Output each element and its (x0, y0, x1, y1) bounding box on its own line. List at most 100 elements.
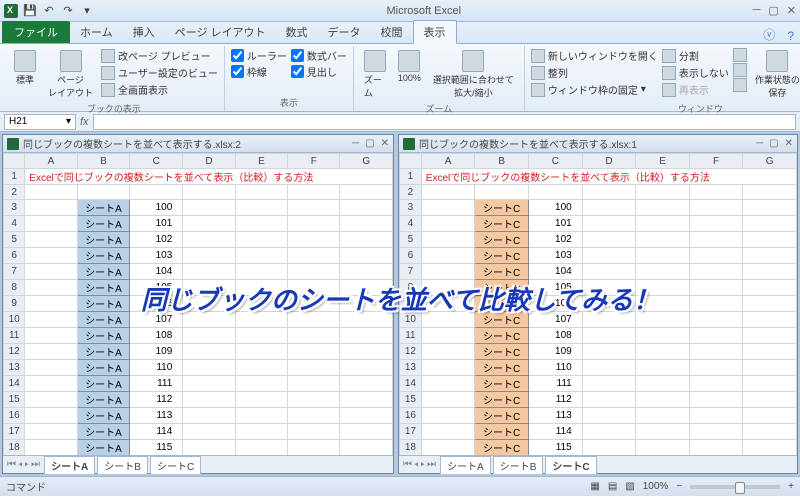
reset-position-button[interactable] (733, 78, 747, 92)
row-header[interactable]: 7 (4, 264, 25, 280)
zoom-selection-button[interactable]: 選択範囲に合わせて 拡大/縮小 (429, 48, 518, 101)
qat-more-icon[interactable]: ▾ (79, 3, 95, 19)
sheet-label-cell[interactable]: シートC (475, 248, 529, 264)
page-break-preview-button[interactable]: 改ページ プレビュー (101, 48, 218, 63)
row-header[interactable]: 17 (4, 424, 25, 440)
row-header[interactable]: 14 (4, 376, 25, 392)
sheet-label-cell[interactable]: シートA (77, 312, 130, 328)
col-header[interactable]: E (235, 154, 287, 169)
zoom-100-button[interactable]: 100% (394, 48, 425, 85)
row-header[interactable]: 5 (4, 232, 25, 248)
sheet-label-cell[interactable]: シートA (77, 280, 130, 296)
heading-cell[interactable]: Excelで同じブックの複数シートを並べて表示（比較）する方法 (421, 169, 796, 185)
sheet-label-cell[interactable]: シートC (475, 376, 529, 392)
sheet-label-cell[interactable]: シートA (77, 344, 130, 360)
value-cell[interactable]: 113 (130, 408, 183, 424)
sheet-nav-icons[interactable]: ⏮◂▸⏭ (7, 459, 42, 470)
sheet-label-cell[interactable]: シートC (475, 216, 529, 232)
col-header[interactable]: C (130, 154, 183, 169)
row-header[interactable]: 9 (400, 296, 422, 312)
sheet-label-cell[interactable]: シートA (77, 424, 130, 440)
value-cell[interactable]: 107 (130, 312, 183, 328)
value-cell[interactable]: 106 (130, 296, 183, 312)
sheet-label-cell[interactable]: シートC (475, 200, 529, 216)
sheet-label-cell[interactable]: シートC (475, 264, 529, 280)
row-header[interactable]: 2 (400, 185, 422, 200)
sheet-label-cell[interactable]: シートA (77, 264, 130, 280)
value-cell[interactable]: 109 (130, 344, 183, 360)
formula-bar-checkbox[interactable]: 数式バー (291, 48, 347, 63)
sheet-label-cell[interactable]: シートA (77, 328, 130, 344)
zoom-level[interactable]: 100% (643, 481, 669, 492)
minimize-icon[interactable]: ─ (756, 138, 763, 149)
tab-data[interactable]: データ (318, 21, 371, 43)
value-cell[interactable]: 106 (528, 296, 582, 312)
col-header[interactable]: B (77, 154, 130, 169)
sheet-label-cell[interactable]: シートC (475, 232, 529, 248)
row-header[interactable]: 12 (4, 344, 25, 360)
sheet-label-cell[interactable]: シートC (475, 296, 529, 312)
sheet-label-cell[interactable]: シートC (475, 312, 529, 328)
value-cell[interactable]: 102 (130, 232, 183, 248)
row-header[interactable]: 1 (400, 169, 422, 185)
close-icon[interactable]: ✕ (381, 138, 389, 149)
row-header[interactable]: 18 (4, 440, 25, 456)
value-cell[interactable]: 114 (130, 424, 183, 440)
row-header[interactable]: 12 (400, 344, 422, 360)
value-cell[interactable]: 108 (130, 328, 183, 344)
view-break-icon[interactable]: ▧ (625, 481, 634, 492)
col-header[interactable]: D (582, 154, 636, 169)
sheet-tab[interactable]: シートB (97, 456, 148, 474)
sheet-label-cell[interactable]: シートC (475, 360, 529, 376)
value-cell[interactable]: 100 (528, 200, 582, 216)
close-icon[interactable]: ✕ (787, 4, 796, 17)
maximize-icon[interactable]: ▢ (769, 138, 778, 149)
col-header[interactable]: A (25, 154, 77, 169)
row-header[interactable]: 13 (400, 360, 422, 376)
tab-review[interactable]: 校閲 (371, 21, 413, 43)
minimize-icon[interactable]: ─ (753, 4, 761, 17)
sheet-tab[interactable]: シートB (493, 456, 544, 474)
sheet-label-cell[interactable]: シートC (475, 440, 529, 456)
row-header[interactable]: 11 (4, 328, 25, 344)
sheet-label-cell[interactable]: シートC (475, 392, 529, 408)
unhide-button[interactable]: 再表示 (662, 82, 729, 97)
minimize-icon[interactable]: ─ (352, 138, 359, 149)
row-header[interactable]: 11 (400, 328, 422, 344)
row-header[interactable]: 10 (4, 312, 25, 328)
row-header[interactable]: 5 (400, 232, 422, 248)
col-header[interactable]: G (743, 154, 797, 169)
row-header[interactable]: 14 (400, 376, 422, 392)
view-normal-icon[interactable]: ▦ (590, 481, 599, 492)
formula-input[interactable] (93, 114, 796, 130)
value-cell[interactable]: 111 (130, 376, 183, 392)
heading-cell[interactable]: Excelで同じブックの複数シートを並べて表示（比較）する方法 (25, 169, 393, 185)
row-header[interactable]: 7 (400, 264, 422, 280)
save-icon[interactable]: 💾 (22, 3, 38, 19)
full-screen-button[interactable]: 全画面表示 (101, 82, 218, 97)
redo-icon[interactable]: ↷ (60, 3, 76, 19)
col-header[interactable]: F (288, 154, 340, 169)
row-header[interactable]: 2 (4, 185, 25, 200)
row-header[interactable]: 8 (4, 280, 25, 296)
value-cell[interactable]: 111 (528, 376, 582, 392)
sheet-label-cell[interactable]: シートA (77, 200, 130, 216)
chevron-down-icon[interactable]: ▾ (66, 116, 71, 127)
row-header[interactable]: 15 (4, 392, 25, 408)
freeze-panes-button[interactable]: ウィンドウ枠の固定▾ (531, 82, 658, 97)
file-tab[interactable]: ファイル (2, 21, 70, 43)
row-header[interactable]: 8 (400, 280, 422, 296)
sheet-label-cell[interactable]: シートA (77, 408, 130, 424)
sheet-label-cell[interactable]: シートC (475, 328, 529, 344)
value-cell[interactable]: 115 (130, 440, 183, 456)
row-header[interactable]: 6 (400, 248, 422, 264)
new-window-button[interactable]: 新しいウィンドウを開く (531, 48, 658, 63)
tab-insert[interactable]: 挿入 (123, 21, 165, 43)
tab-home[interactable]: ホーム (70, 21, 123, 43)
value-cell[interactable]: 104 (528, 264, 582, 280)
zoom-in-icon[interactable]: + (788, 481, 794, 492)
view-side-by-side-button[interactable] (733, 48, 747, 62)
value-cell[interactable]: 101 (528, 216, 582, 232)
minimize-ribbon-icon[interactable]: ⓥ (757, 26, 781, 43)
row-header[interactable]: 10 (400, 312, 422, 328)
